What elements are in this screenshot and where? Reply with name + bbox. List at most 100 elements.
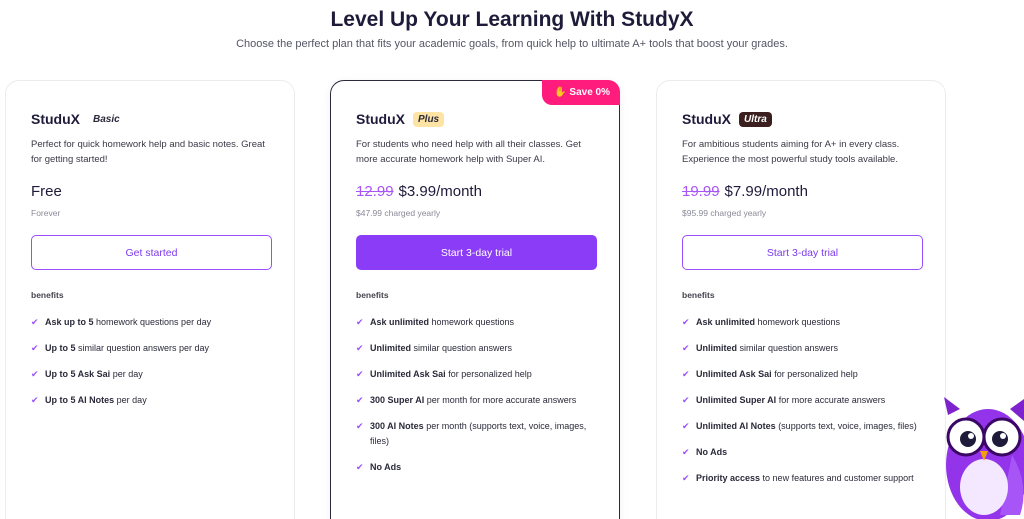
plan-description: For students who need help with all thei…: [356, 139, 581, 165]
benefit-highlight: Ask unlimited: [696, 317, 756, 327]
benefit-detail: similar question answers per day: [75, 343, 210, 353]
benefit-item: ✔ Ask unlimited homework questions: [356, 315, 606, 330]
checkmark-icon: ✔: [682, 395, 690, 405]
plan-brand: StuduX: [682, 111, 731, 127]
checkmark-icon: ✔: [356, 317, 364, 327]
benefit-item: ✔ 300 Super AI per month for more accurat…: [356, 393, 606, 408]
checkmark-icon: ✔: [356, 343, 364, 353]
benefit-highlight: Ask unlimited: [370, 317, 430, 327]
benefit-highlight: Unlimited Ask Sai: [696, 369, 772, 379]
benefit-highlight: Unlimited Ask Sai: [370, 369, 446, 379]
benefit-highlight: Unlimited: [370, 343, 412, 353]
checkmark-icon: ✔: [31, 395, 39, 405]
benefits-list: ✔ Ask unlimited homework questions ✔ Unlimi…: [682, 315, 932, 497]
plan-description: Perfect for quick homework help and basi…: [31, 139, 265, 165]
benefit-item: ✔ Priority access to new features and cus…: [682, 471, 932, 486]
benefit-text: Unlimited AI Notes (supports text, voice…: [696, 419, 917, 434]
benefit-text: Up to 5 similar question answers per day: [45, 341, 209, 356]
checkmark-icon: ✔: [356, 369, 364, 379]
benefit-text: Unlimited similar question answers: [696, 341, 838, 356]
benefit-item: ✔ Unlimited Ask Sai for personalized help: [682, 367, 932, 382]
save-badge-label: Save 0%: [569, 87, 610, 98]
page-subtitle: Choose the perfect plan that fits your a…: [236, 38, 788, 50]
benefits-label: benefits: [31, 290, 64, 300]
benefit-item: ✔ Unlimited Super AI for more accurate an…: [682, 393, 932, 408]
benefit-text: Up to 5 Ask Sai per day: [45, 367, 143, 382]
waving-hand-icon: ✋: [553, 87, 567, 98]
benefit-item: ✔ No Ads: [682, 445, 932, 460]
plan-header: StuduX Basic: [31, 111, 125, 127]
price-row: 19.99 $7.99/month: [682, 183, 808, 200]
benefit-highlight: Unlimited: [696, 343, 738, 353]
price-note: $47.99 charged yearly: [356, 208, 441, 218]
benefit-item: ✔ Ask unlimited homework questions: [682, 315, 932, 330]
price-note: $95.99 charged yearly: [682, 208, 767, 218]
benefits-label: benefits: [356, 290, 389, 300]
price-row: Free: [31, 183, 62, 200]
benefit-text: No Ads: [696, 445, 727, 460]
benefit-text: Ask up to 5 homework questions per day: [45, 315, 211, 330]
checkmark-icon: ✔: [356, 395, 364, 405]
start-trial-button-ultra[interactable]: Start 3-day trial: [682, 235, 923, 270]
benefit-item: ✔ No Ads: [356, 460, 606, 475]
price-current: Free: [31, 183, 62, 200]
benefit-detail: per month for more accurate answers: [424, 395, 577, 405]
benefit-highlight: Unlimited Super AI: [696, 395, 777, 405]
owl-mascot: [944, 397, 1024, 519]
benefit-detail: for more accurate answers: [776, 395, 886, 405]
checkmark-icon: ✔: [682, 473, 690, 483]
benefit-detail: homework questions per day: [93, 317, 212, 327]
benefit-text: 300 Super AI per month for more accurate…: [370, 393, 576, 408]
benefit-highlight: 300 Super AI: [370, 395, 425, 405]
checkmark-icon: ✔: [31, 343, 39, 353]
benefit-text: Unlimited Ask Sai for personalized help: [696, 367, 858, 382]
benefit-highlight: No Ads: [370, 462, 402, 472]
benefit-detail: per day: [110, 369, 143, 379]
start-trial-button-plus[interactable]: Start 3-day trial: [356, 235, 597, 270]
benefit-text: Up to 5 AI Notes per day: [45, 393, 147, 408]
benefit-highlight: Up to 5 AI Notes: [45, 395, 115, 405]
benefit-detail: homework questions: [755, 317, 841, 327]
price-original: 19.99: [682, 183, 720, 200]
plan-header: StuduX Ultra: [682, 111, 772, 127]
plan-tier-badge: Plus: [413, 111, 445, 127]
benefit-highlight: 300 AI Notes: [370, 421, 424, 431]
benefit-highlight: Ask up to 5: [45, 317, 94, 327]
price-current: $7.99/month: [724, 183, 808, 200]
benefit-highlight: Up to 5: [45, 343, 76, 353]
plan-tier-badge: Basic: [93, 113, 120, 125]
plan-card-basic: StuduX Basic Perfect for quick homework …: [5, 80, 295, 519]
benefit-detail: per day: [114, 395, 147, 405]
benefit-text: 300 AI Notes per month (supports text, v…: [370, 419, 606, 449]
checkmark-icon: ✔: [356, 462, 364, 472]
price-row: 12.99 $3.99/month: [356, 183, 482, 200]
checkmark-icon: ✔: [682, 317, 690, 327]
benefit-item: ✔ Unlimited Ask Sai for personalized help: [356, 367, 606, 382]
benefit-highlight: Priority access: [696, 473, 761, 483]
benefit-item: ✔ Up to 5 AI Notes per day: [31, 393, 281, 408]
benefit-text: Priority access to new features and cust…: [696, 471, 914, 486]
benefit-item: ✔ Up to 5 similar question answers per da…: [31, 341, 281, 356]
benefit-item: ✔ Unlimited similar question answers: [356, 341, 606, 356]
benefit-highlight: No Ads: [696, 447, 728, 457]
benefit-text: Ask unlimited homework questions: [370, 315, 514, 330]
checkmark-icon: ✔: [682, 343, 690, 353]
benefit-detail: for personalized help: [771, 369, 858, 379]
page-title: Level Up Your Learning With StudyX: [330, 8, 694, 31]
save-badge: ✋ Save 0%: [541, 80, 620, 105]
checkmark-icon: ✔: [31, 369, 39, 379]
plan-tier-badge: Ultra: [739, 111, 772, 127]
price-note: Forever: [31, 208, 61, 218]
benefit-detail: homework questions: [429, 317, 515, 327]
get-started-button[interactable]: Get started: [31, 235, 272, 270]
checkmark-icon: ✔: [31, 317, 39, 327]
benefit-detail: to new features and customer support: [760, 473, 914, 483]
benefits-list: ✔ Ask up to 5 homework questions per day ✔…: [31, 315, 281, 419]
benefit-item: ✔ 300 AI Notes per month (supports text, …: [356, 419, 606, 449]
benefit-item: ✔ Unlimited AI Notes (supports text, voic…: [682, 419, 932, 434]
plan-header: StuduX Plus: [356, 111, 445, 127]
checkmark-icon: ✔: [356, 421, 364, 431]
plan-card-ultra: StuduX Ultra For ambitious students aimi…: [656, 80, 946, 519]
benefit-text: No Ads: [370, 460, 401, 475]
benefits-label: benefits: [682, 290, 715, 300]
